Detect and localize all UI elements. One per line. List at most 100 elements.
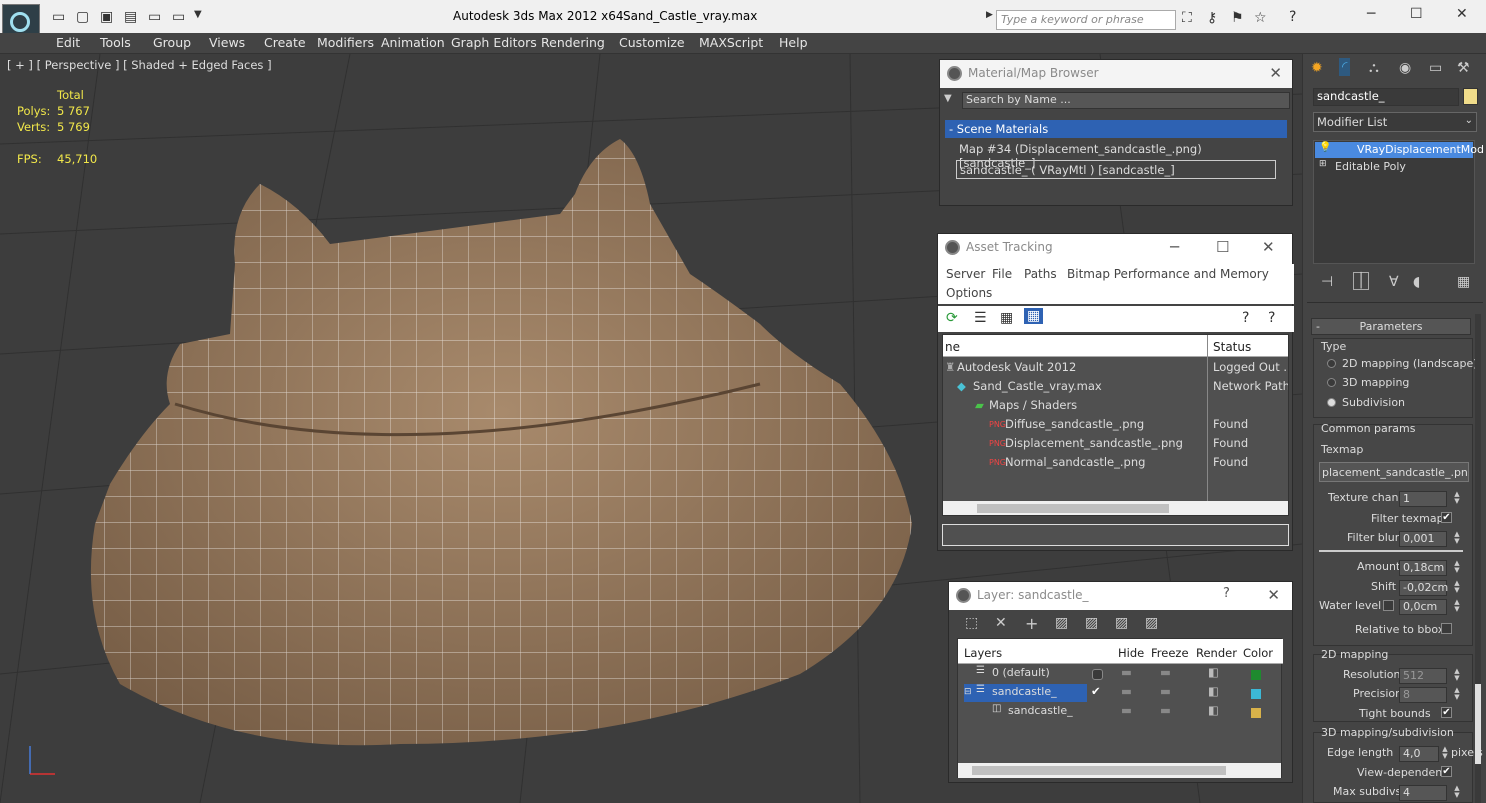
remove-modifier-icon[interactable]: ◖ [1413, 274, 1420, 290]
highlight-objects-icon[interactable]: ▨ [1085, 615, 1098, 631]
help-context-icon[interactable]: ? [1268, 310, 1275, 326]
help-icon[interactable]: ? [1289, 9, 1296, 25]
menu-views[interactable]: Views [209, 35, 245, 50]
select-objects-icon[interactable]: ▨ [1055, 615, 1068, 631]
render-toggle[interactable]: ◧ [1208, 684, 1219, 698]
amount-input[interactable]: 0,18cm [1399, 560, 1447, 576]
close-icon[interactable]: ✕ [1269, 64, 1282, 82]
layer-color-swatch[interactable] [1251, 670, 1261, 680]
undo-icon[interactable]: ▤ [124, 9, 137, 25]
precision-input[interactable]: 8 [1399, 687, 1447, 703]
column-freeze[interactable]: Freeze [1151, 646, 1189, 660]
binoculars-icon[interactable]: ⛶ [1182, 10, 1192, 26]
radio-2d-mapping[interactable] [1327, 359, 1336, 368]
current-layer-check-icon[interactable]: ✔ [1091, 684, 1101, 698]
menu-server[interactable]: Server [946, 267, 985, 281]
menu-file[interactable]: File [992, 267, 1012, 281]
show-end-result-icon[interactable]: │ [1353, 272, 1370, 290]
resolution-input[interactable]: 512 [1399, 668, 1447, 684]
amount-spinner[interactable]: ▲ ▼ [1453, 560, 1461, 576]
hide-toggle[interactable]: ▬ [1121, 703, 1132, 717]
menu-create[interactable]: Create [264, 35, 306, 50]
menu-options[interactable]: Options [946, 286, 992, 300]
delete-layer-icon[interactable]: ✕ [995, 615, 1007, 631]
collapse-icon[interactable]: ⊟ [964, 687, 972, 697]
maximize-icon[interactable]: ☐ [1216, 238, 1229, 256]
hierarchy-tab-icon[interactable]: ⛬ [1369, 60, 1379, 76]
parameters-rollout-header[interactable]: - Parameters [1311, 318, 1471, 335]
create-layer-icon[interactable]: ⬚ [965, 615, 978, 631]
create-tab-icon[interactable]: ✹ [1311, 60, 1323, 76]
water-level-input[interactable]: 0,0cm [1399, 599, 1447, 615]
column-color[interactable]: Color [1243, 646, 1273, 660]
menu-tools[interactable]: Tools [100, 35, 131, 50]
make-unique-icon[interactable]: ∀ [1389, 274, 1399, 290]
column-name[interactable]: ne [945, 340, 960, 354]
close-icon[interactable]: ✕ [1262, 238, 1275, 256]
table-row[interactable]: ◆ Sand_Castle_vray.max Network Path [943, 379, 1288, 398]
layer-color-swatch[interactable] [1251, 708, 1261, 718]
table-row[interactable]: PNG Displacement_sandcastle_.png Found [943, 436, 1288, 455]
pin-stack-icon[interactable]: ⊣ [1321, 274, 1333, 290]
stack-item[interactable]: 💡 VRayDisplacementMod [1315, 142, 1484, 158]
column-hide[interactable]: Hide [1118, 646, 1144, 660]
layer-color-swatch[interactable] [1251, 689, 1261, 699]
texmap-button[interactable]: placement_sandcastle_.png) [1319, 462, 1469, 482]
minimize-icon[interactable]: ─ [1170, 238, 1179, 256]
open-icon[interactable]: ▢ [76, 9, 89, 25]
dropdown-arrow-icon[interactable]: ▼ [194, 9, 202, 20]
search-input[interactable]: Type a keyword or phrase [996, 10, 1176, 30]
bulb-icon[interactable]: 💡 [1319, 142, 1331, 153]
material-list-item[interactable]: sandcastle_ ( VRayMtl ) [sandcastle_] [956, 160, 1276, 179]
display-tab-icon[interactable]: ▭ [1429, 60, 1442, 76]
subscription-icon[interactable]: ⚑ [1231, 10, 1244, 26]
menu-animation[interactable]: Animation [381, 35, 445, 50]
redo-icon[interactable]: ▭ [148, 9, 161, 25]
water-level-spinner[interactable]: ▲ ▼ [1453, 599, 1461, 615]
shift-input[interactable]: -0,02cm [1399, 580, 1448, 596]
expand-icon[interactable]: ⊞ [1319, 159, 1327, 169]
freeze-toggle[interactable]: ▬ [1160, 684, 1171, 698]
edge-length-spinner[interactable]: ▲ ▼ [1441, 746, 1449, 762]
current-layer-toggle[interactable] [1092, 669, 1103, 680]
favorites-icon[interactable]: ☆ [1254, 10, 1267, 26]
key-icon[interactable]: ⚷ [1207, 10, 1217, 26]
project-icon[interactable]: ▭ [172, 9, 185, 25]
precision-spinner[interactable]: ▲ ▼ [1453, 687, 1461, 703]
texture-chan-spinner[interactable]: ▲ ▼ [1453, 491, 1461, 507]
menu-graph-editors[interactable]: Graph Editors [451, 35, 537, 50]
search-expand-icon[interactable]: ▶ [986, 10, 993, 20]
utilities-tab-icon[interactable]: ⚒ [1457, 60, 1470, 76]
save-icon[interactable]: ▣ [100, 9, 113, 25]
render-toggle[interactable]: ◧ [1208, 665, 1219, 679]
help-icon[interactable]: ? [1242, 310, 1249, 326]
table-view-icon[interactable]: ▦ [1024, 308, 1044, 324]
column-status[interactable]: Status [1213, 340, 1251, 354]
resolution-spinner[interactable]: ▲ ▼ [1453, 668, 1461, 684]
horizontal-scrollbar[interactable] [943, 501, 1288, 515]
table-row[interactable]: PNG Diffuse_sandcastle_.png Found [943, 417, 1288, 436]
new-file-icon[interactable]: ▭ [52, 9, 65, 25]
max-subdivs-input[interactable]: 4 [1399, 785, 1447, 801]
table-row[interactable]: PNG Normal_sandcastle_.png Found [943, 455, 1288, 474]
menu-group[interactable]: Group [153, 35, 191, 50]
options-arrow-icon[interactable]: ▼ [944, 93, 952, 104]
filter-blur-spinner[interactable]: ▲ ▼ [1453, 531, 1461, 547]
hide-toggle[interactable]: ▬ [1121, 684, 1132, 698]
stack-item[interactable]: ⊞ Editable Poly [1315, 159, 1473, 175]
thumbnail-view-icon[interactable]: ▦ [1000, 310, 1013, 326]
menu-maxscript[interactable]: MAXScript [699, 35, 763, 50]
radio-subdivision[interactable] [1327, 398, 1336, 407]
material-list-item[interactable]: Map #34 (Displacement_sandcastle_.png) [… [956, 140, 1276, 170]
layer-row[interactable]: ◫ sandcastle_ ▬ ▬ ◧ [958, 703, 1283, 722]
motion-tab-icon[interactable]: ◉ [1399, 60, 1411, 76]
menu-customize[interactable]: Customize [619, 35, 685, 50]
hide-all-icon[interactable]: ▨ [1115, 615, 1128, 631]
table-row[interactable]: ▰ Maps / Shaders [943, 398, 1288, 417]
filter-texmap-checkbox[interactable]: ✔ [1441, 512, 1452, 523]
close-icon[interactable]: ✕ [1456, 6, 1468, 22]
menu-bitmap-performance[interactable]: Bitmap Performance and Memory [1067, 267, 1269, 281]
texture-chan-input[interactable]: 1 [1399, 491, 1447, 507]
water-level-checkbox[interactable] [1383, 600, 1394, 611]
minimize-icon[interactable]: ─ [1367, 6, 1375, 22]
